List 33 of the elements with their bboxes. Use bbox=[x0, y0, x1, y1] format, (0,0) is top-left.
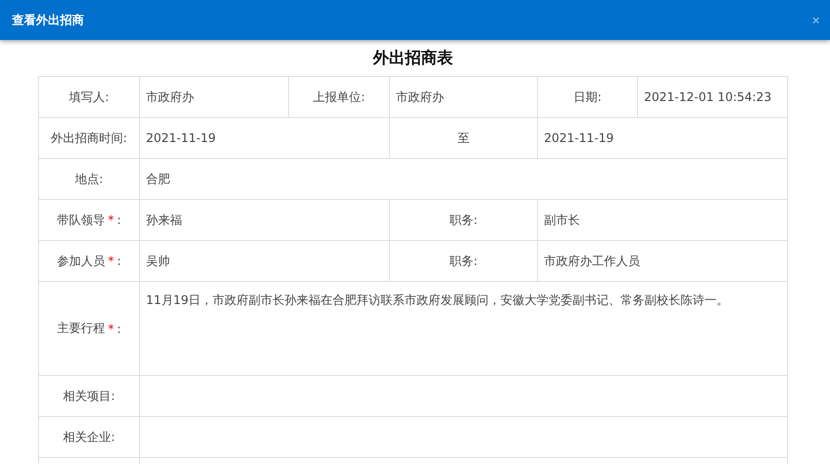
field-value: 2021-11-19 bbox=[544, 131, 614, 145]
field-label: 职务: bbox=[449, 212, 478, 228]
window-title: 查看外出招商 bbox=[12, 12, 84, 28]
field-label: 上报单位: bbox=[312, 88, 366, 106]
field-label: 填写人: bbox=[68, 88, 110, 106]
field-value: 孙来福 bbox=[146, 212, 182, 228]
field-label: 至 bbox=[458, 130, 470, 146]
required-mark: * bbox=[108, 322, 114, 336]
field-value: 市政府办 bbox=[146, 88, 194, 106]
field-value: 副市长 bbox=[544, 212, 580, 228]
field-label: 主要行程 bbox=[56, 320, 105, 337]
field-value: 市政府办工作人员 bbox=[544, 252, 640, 270]
field-value: 11月19日，市政府副市长孙来福在合肥拜访联系市政府发展顾问，安徽大学党委副书记、常务副校长陈诗一。 bbox=[146, 292, 729, 309]
field-value: 2021-12-01 10:54:23 bbox=[644, 90, 772, 104]
form-title: 外出招商表 bbox=[372, 47, 454, 69]
field-label: 相关企业: bbox=[62, 428, 116, 446]
field-value: 合肥 bbox=[146, 170, 170, 188]
field-label: 日期: bbox=[573, 88, 602, 106]
field-value: 2021-11-19 bbox=[146, 131, 216, 145]
field-label: 参加人员 bbox=[56, 252, 105, 270]
label-colon: : bbox=[116, 213, 122, 227]
required-mark: * bbox=[108, 213, 114, 227]
field-label: 职务: bbox=[449, 252, 478, 270]
label-colon: : bbox=[116, 254, 122, 268]
field-label: 带队领导 bbox=[56, 212, 105, 228]
required-mark: * bbox=[108, 254, 114, 268]
field-label: 相关项目: bbox=[62, 388, 116, 404]
field-label: 地点: bbox=[74, 170, 104, 188]
field-label: 外出招商时间: bbox=[50, 130, 128, 146]
field-value: 市政府办 bbox=[396, 88, 444, 106]
close-button[interactable]: × bbox=[812, 12, 820, 28]
label-colon: : bbox=[116, 322, 122, 336]
field-value: 吴帅 bbox=[146, 252, 170, 270]
